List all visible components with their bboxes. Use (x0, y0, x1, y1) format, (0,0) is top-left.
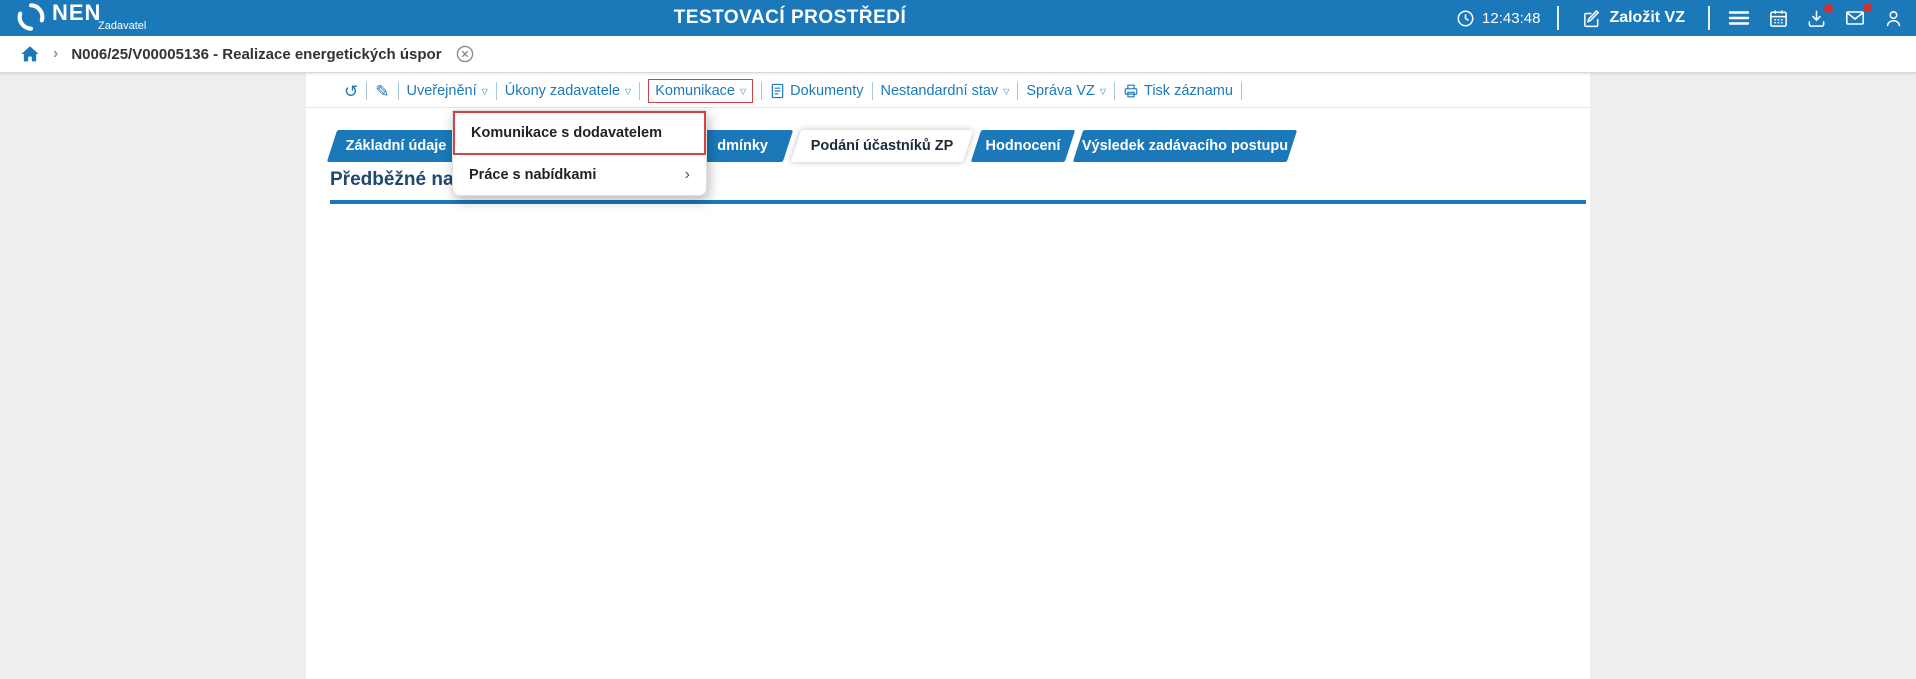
menu-sprava-vz[interactable]: Správa VZ ▽ (1026, 83, 1106, 99)
topbar-actions: 12:43:48 Založit VZ (1456, 0, 1904, 36)
menubar-separator (1241, 82, 1242, 100)
tab-podani-ucastniku[interactable]: Podání účastníků ZP (791, 130, 973, 162)
clock-icon (1456, 9, 1475, 28)
printer-icon (1123, 83, 1139, 99)
notification-badge (1824, 4, 1833, 13)
chevron-down-icon: ▽ (482, 88, 488, 96)
edit-icon (1582, 9, 1601, 28)
create-vz-button[interactable]: Založit VZ (1576, 8, 1691, 29)
menu-item-prace-s-nabidkami[interactable]: Práce s nabídkami › (453, 155, 706, 195)
menu-komunikace[interactable]: Komunikace ▽ (648, 79, 753, 103)
menubar-separator (398, 82, 399, 100)
server-time-value: 12:43:48 (1482, 10, 1540, 27)
page-title: Předběžné na (330, 169, 454, 191)
tab-vysledek[interactable]: Výsledek zadávacího postupu (1073, 130, 1297, 162)
topbar-separator (1557, 6, 1559, 30)
menubar-separator (366, 82, 367, 100)
pencil-icon[interactable]: ✎ (375, 83, 389, 100)
menu-tisk-zaznamu[interactable]: Tisk záznamu (1123, 83, 1233, 99)
menubar-separator (496, 82, 497, 100)
menubar-separator (872, 82, 873, 100)
create-vz-label: Založit VZ (1609, 9, 1685, 27)
submenu-chevron-icon: › (685, 166, 690, 184)
menubar-separator (639, 82, 640, 100)
top-bar: NEN Zadavatel TESTOVACÍ PROSTŘEDÍ 12:43:… (0, 0, 1916, 36)
record-menubar: ↺ ✎ Uveřejnění ▽ Úkony zadavatele ▽ Komu… (344, 78, 1246, 104)
breadcrumb-chevron-icon: › (53, 45, 58, 63)
history-refresh-icon[interactable]: ↺ (344, 83, 358, 100)
menu-ukony-zadavatele[interactable]: Úkony zadavatele ▽ (505, 83, 631, 99)
menubar-separator (1114, 82, 1115, 100)
tab-zakladni-udaje[interactable]: Základní údaje (327, 130, 465, 162)
inbox-download-icon[interactable] (1806, 8, 1827, 29)
calendar-icon[interactable] (1768, 8, 1789, 29)
environment-title: TESTOVACÍ PROSTŘEDÍ (590, 0, 990, 36)
tab-hodnoceni[interactable]: Hodnocení (971, 130, 1075, 162)
topbar-separator (1708, 6, 1710, 30)
brand-role-label: Zadavatel (98, 20, 146, 32)
chevron-down-icon: ▽ (625, 88, 631, 96)
nen-app: NEN Zadavatel TESTOVACÍ PROSTŘEDÍ 12:43:… (0, 0, 1916, 679)
notification-badge (1863, 3, 1872, 12)
nen-logo[interactable]: NEN Zadavatel (16, 2, 146, 32)
heading-underline (330, 200, 1586, 204)
nen-logo-icon (16, 2, 46, 32)
menubar-separator (761, 82, 762, 100)
mail-icon[interactable] (1844, 7, 1866, 29)
server-time: 12:43:48 (1456, 9, 1540, 28)
menu-item-komunikace-s-dodavatelem[interactable]: Komunikace s dodavatelem (453, 111, 706, 155)
home-icon[interactable] (20, 44, 40, 64)
menubar-divider (306, 107, 1590, 108)
chevron-down-icon: ▽ (1003, 88, 1009, 96)
menu-nestandardni-stav[interactable]: Nestandardní stav ▽ (881, 83, 1010, 99)
document-icon (770, 83, 785, 99)
komunikace-dropdown: Komunikace s dodavatelem Práce s nabídka… (452, 110, 707, 196)
breadcrumb-item[interactable]: N006/25/V00005136 - Realizace energetick… (71, 46, 441, 63)
menu-hamburger-icon[interactable] (1727, 8, 1751, 28)
user-icon[interactable] (1883, 8, 1904, 29)
menubar-separator (1017, 82, 1018, 100)
breadcrumb: › N006/25/V00005136 - Realizace energeti… (0, 36, 1916, 73)
chevron-down-icon: ▽ (740, 88, 746, 96)
close-tab-icon[interactable] (455, 44, 475, 64)
chevron-down-icon: ▽ (1100, 88, 1106, 96)
menu-dokumenty[interactable]: Dokumenty (770, 83, 863, 99)
menu-uverejneni[interactable]: Uveřejnění ▽ (407, 83, 488, 99)
